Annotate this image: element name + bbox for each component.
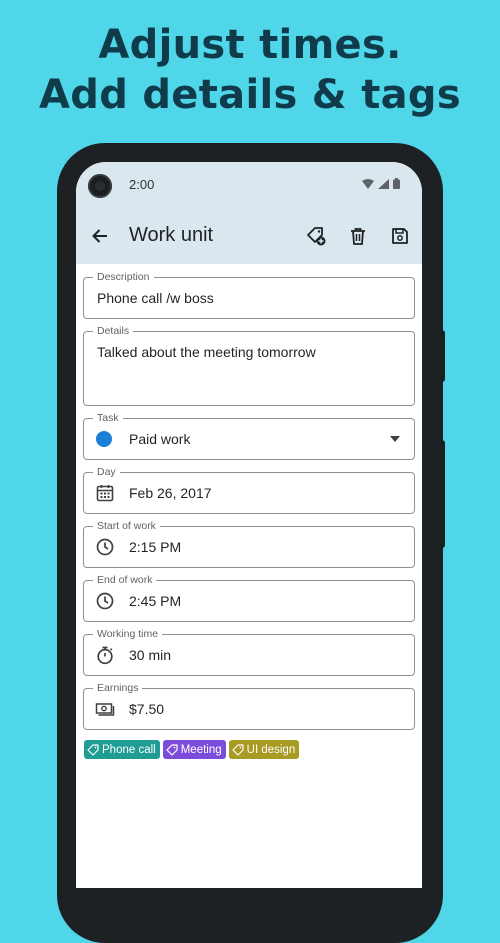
tag-icon	[87, 743, 99, 756]
tag-add-icon	[307, 227, 326, 246]
earnings-value: $7.50	[129, 701, 165, 717]
clock-icon	[96, 592, 114, 610]
start-of-work-label: Start of work	[93, 519, 160, 533]
calendar-icon	[96, 485, 114, 502]
description-label: Description	[93, 270, 154, 284]
end-of-work-value: 2:45 PM	[129, 593, 182, 609]
day-label: Day	[93, 465, 120, 479]
floppy-disk-icon	[392, 228, 408, 244]
promo-headline: Adjust times. Add details & tags	[0, 20, 500, 120]
tag-label: Phone call	[102, 743, 156, 756]
arrow-back-icon	[92, 229, 107, 243]
end-of-work-field[interactable]: End of work 2:45 PM	[83, 573, 415, 622]
working-time-value: 30 min	[129, 647, 172, 663]
tag-chip-meeting[interactable]: Meeting	[162, 740, 226, 759]
status-icons	[362, 178, 400, 189]
working-time-field[interactable]: Working time 30 min	[83, 627, 415, 676]
tag-icon	[232, 743, 244, 756]
tag-chip-ui-design[interactable]: UI design	[228, 740, 300, 759]
tag-label: Meeting	[180, 743, 222, 756]
tag-chip-phone-call[interactable]: Phone call	[84, 740, 160, 759]
status-time: 2:00	[129, 177, 155, 192]
day-value: Feb 26, 2017	[129, 485, 212, 501]
stopwatch-icon	[97, 646, 113, 665]
money-icon	[95, 703, 115, 716]
day-field[interactable]: Day Feb 26, 2017	[83, 465, 415, 514]
description-value: Phone call /w boss	[97, 290, 214, 306]
earnings-label: Earnings	[93, 681, 143, 695]
task-dropdown[interactable]: Task Paid work	[83, 411, 415, 460]
earnings-field[interactable]: Earnings $7.50	[83, 681, 415, 730]
save-button[interactable]	[386, 222, 414, 250]
tag-label: UI design	[246, 743, 296, 756]
headline-line-1: Adjust times.	[98, 22, 402, 68]
battery-icon	[393, 178, 400, 189]
top-bar: 2:00 Work unit	[76, 162, 422, 264]
details-label: Details	[93, 324, 134, 338]
task-value: Paid work	[129, 431, 191, 447]
delete-button[interactable]	[344, 222, 372, 250]
task-color-dot	[96, 431, 112, 447]
front-camera	[88, 174, 112, 198]
signal-icon	[378, 178, 389, 189]
details-value: Talked about the meeting tomorrow	[97, 344, 316, 360]
clock-icon	[96, 538, 114, 556]
wifi-icon	[362, 178, 374, 189]
phone-side-button-top	[441, 330, 445, 382]
back-button[interactable]	[86, 222, 114, 250]
add-tag-button[interactable]	[302, 222, 330, 250]
start-of-work-field[interactable]: Start of work 2:15 PM	[83, 519, 415, 568]
task-label: Task	[93, 411, 123, 425]
tag-list: Phone call Meeting UI design	[84, 740, 300, 759]
phone-side-button-bottom	[441, 440, 445, 548]
details-field[interactable]: Details Talked about the meeting tomorro…	[83, 324, 415, 406]
description-field[interactable]: Description Phone call /w boss	[83, 270, 415, 319]
app-screen: 2:00 Work unit Description Phone call /w…	[76, 162, 422, 888]
end-of-work-label: End of work	[93, 573, 157, 587]
app-bar-title: Work unit	[129, 224, 214, 246]
headline-line-2: Add details & tags	[39, 72, 461, 118]
tag-icon	[166, 743, 178, 756]
trash-icon	[351, 228, 365, 245]
start-of-work-value: 2:15 PM	[129, 539, 182, 555]
working-time-label: Working time	[93, 627, 163, 641]
dropdown-arrow-icon	[390, 436, 400, 442]
